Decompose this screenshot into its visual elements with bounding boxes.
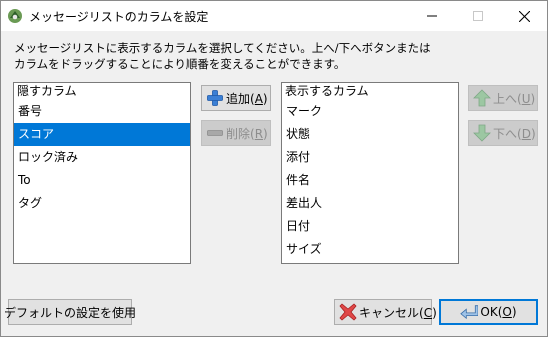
ok-button[interactable]: OK(O) xyxy=(439,299,538,325)
cancel-label: キャンセル(C) xyxy=(359,305,437,320)
move-down-label: 下へ(D) xyxy=(493,126,536,141)
add-button[interactable]: 追加(A) xyxy=(201,85,271,111)
dialog-window: メッセージリストのカラムを設定 メッセージリストに表示するカラムを選択してくださ… xyxy=(0,0,548,337)
list-item[interactable]: 添付 xyxy=(282,146,458,169)
list-item[interactable]: サイズ xyxy=(282,238,458,261)
list-item[interactable]: タグ xyxy=(14,192,190,215)
move-up-label: 上へ(U) xyxy=(493,91,536,106)
list-item[interactable]: マーク xyxy=(282,100,458,123)
title-bar: メッセージリストのカラムを設定 xyxy=(1,1,547,31)
shown-columns-list[interactable]: 表示するカラム マーク 状態 添付 件名 差出人 日付 サイズ xyxy=(281,82,459,264)
remove-button-label: 削除(R) xyxy=(226,126,268,141)
list-item[interactable]: ロック済み xyxy=(14,146,190,169)
instructions-line-2: カラムをドラッグすることにより順番を変えることができます。 xyxy=(14,57,346,71)
minus-icon xyxy=(207,130,223,136)
close-icon xyxy=(518,10,530,22)
minimize-button[interactable] xyxy=(409,1,455,31)
move-up-button[interactable]: 上へ(U) xyxy=(468,85,538,111)
close-button[interactable] xyxy=(501,1,547,31)
list-item[interactable]: 番号 xyxy=(14,100,190,123)
plus-icon xyxy=(207,90,223,106)
list-item-selected[interactable]: スコア xyxy=(14,123,190,146)
app-icon xyxy=(8,9,22,23)
use-default-label: デフォルトの設定を使用 xyxy=(4,305,137,320)
add-button-label: 追加(A) xyxy=(226,91,268,106)
list-item[interactable]: 差出人 xyxy=(282,192,458,215)
ok-label: OK(O) xyxy=(480,305,517,319)
move-down-button[interactable]: 下へ(D) xyxy=(468,120,538,146)
list-item[interactable]: 件名 xyxy=(282,169,458,192)
hidden-columns-header: 隠すカラム xyxy=(17,84,77,98)
enter-arrow-icon xyxy=(460,305,479,320)
use-default-button[interactable]: デフォルトの設定を使用 xyxy=(4,299,136,325)
arrow-up-icon xyxy=(473,89,491,107)
list-item[interactable]: 日付 xyxy=(282,215,458,238)
minimize-icon xyxy=(427,15,437,17)
instructions-text: メッセージリストに表示するカラムを選択してください。上へ/下へボタンまたは カラ… xyxy=(14,40,431,72)
shown-columns-header: 表示するカラム xyxy=(285,84,369,98)
list-item[interactable]: To xyxy=(14,169,190,192)
instructions-line-1: メッセージリストに表示するカラムを選択してください。上へ/下へボタンまたは xyxy=(14,41,431,55)
cancel-button[interactable]: キャンセル(C) xyxy=(334,299,437,325)
remove-button[interactable]: 削除(R) xyxy=(201,120,271,146)
cancel-x-icon xyxy=(339,303,357,321)
list-item[interactable]: 状態 xyxy=(282,123,458,146)
arrow-down-icon xyxy=(473,124,491,142)
hidden-columns-list[interactable]: 隠すカラム 番号 スコア ロック済み To タグ xyxy=(13,82,191,264)
maximize-icon xyxy=(473,11,483,21)
window-title: メッセージリストのカラムを設定 xyxy=(29,10,209,24)
maximize-button xyxy=(455,1,501,31)
